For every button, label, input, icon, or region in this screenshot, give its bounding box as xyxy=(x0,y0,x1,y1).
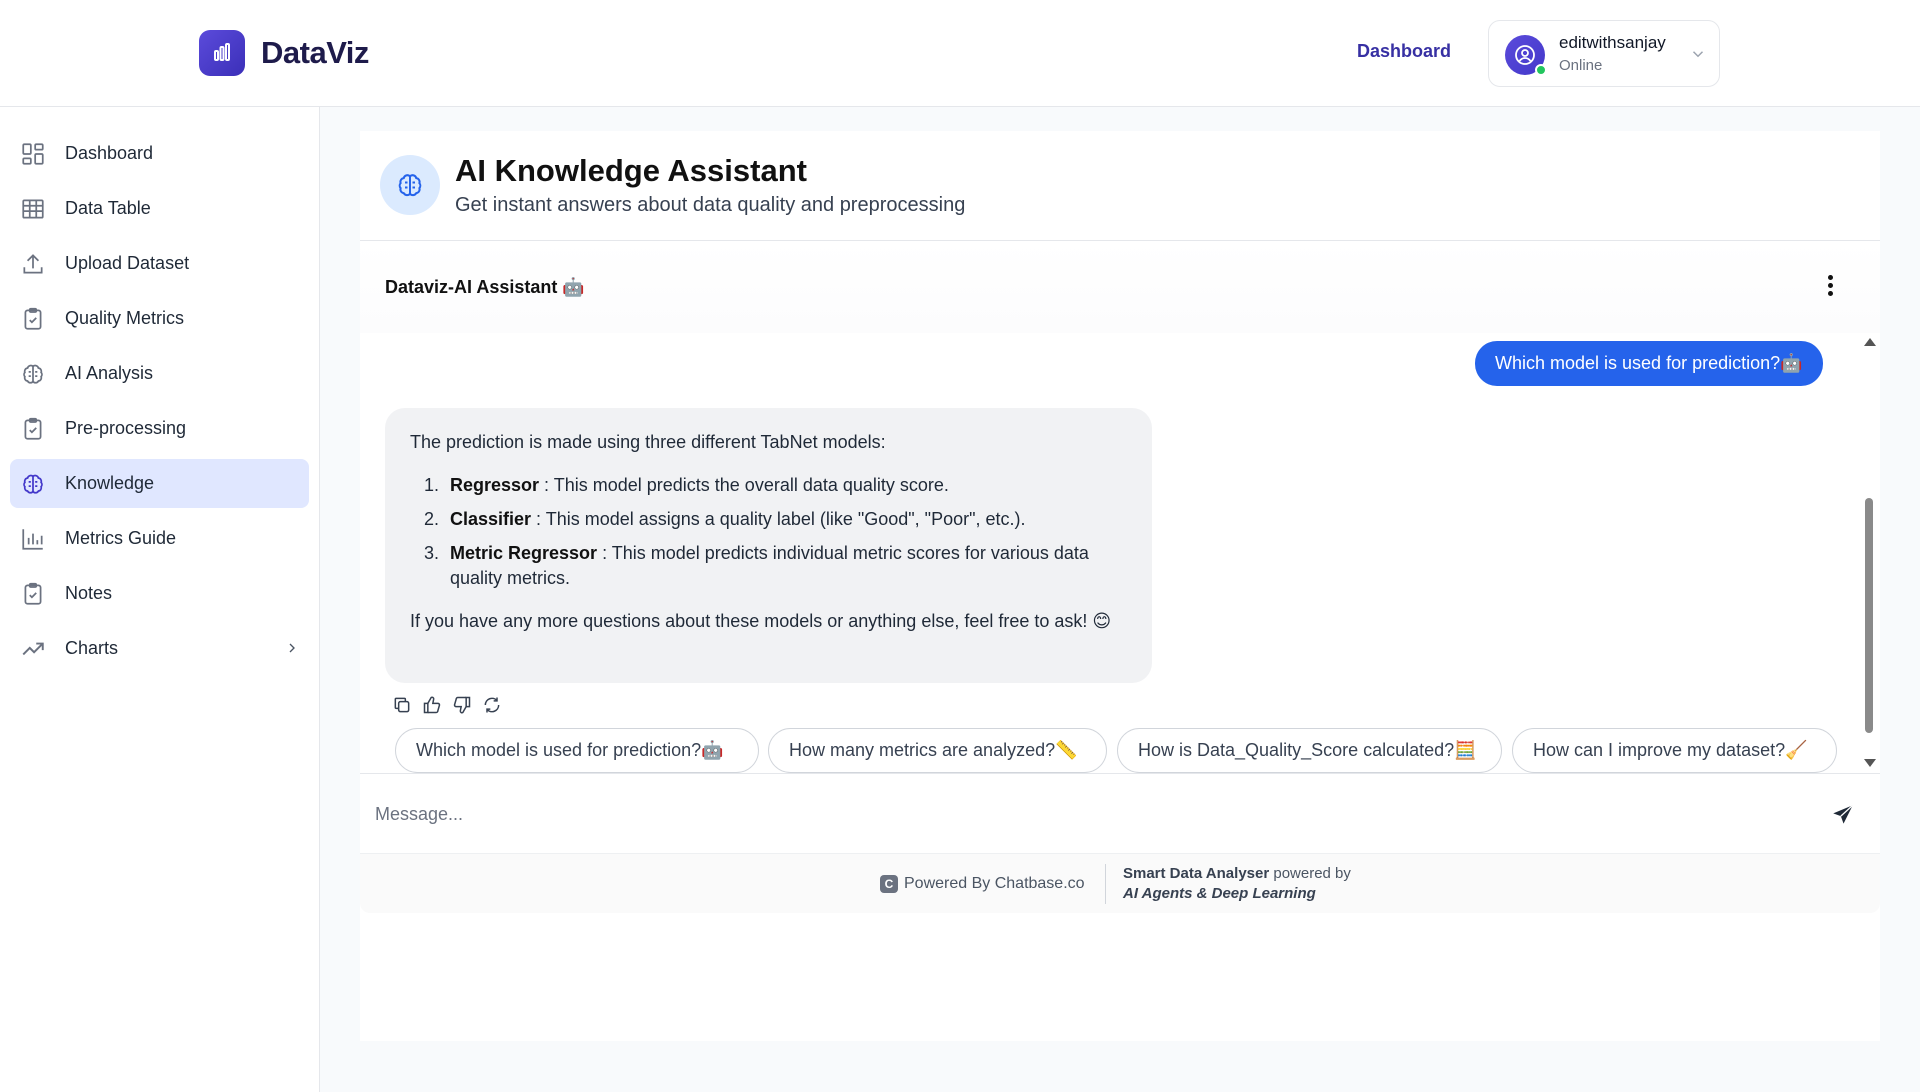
page-header: AI Knowledge Assistant Get instant answe… xyxy=(360,131,1880,241)
sidebar-item-dashboard[interactable]: Dashboard xyxy=(10,129,309,178)
user-name: editwithsanjay xyxy=(1559,33,1666,52)
clipboard-check-icon xyxy=(24,307,42,330)
thumbs-up-icon[interactable] xyxy=(422,695,442,715)
list-item-text: : This model assigns a quality label (li… xyxy=(531,509,1026,529)
message-input[interactable] xyxy=(360,774,1810,854)
online-status-dot xyxy=(1535,64,1547,76)
sidebar-item-label: AI Analysis xyxy=(65,363,154,383)
footer-divider xyxy=(1105,864,1106,904)
sidebar-item-label: Pre-processing xyxy=(65,418,187,438)
sidebar-item-label: Dashboard xyxy=(65,143,154,163)
page-subtitle: Get instant answers about data quality a… xyxy=(455,194,966,216)
clipboard-check-icon xyxy=(24,582,42,605)
sidebar-item-pre-processing[interactable]: Pre-processing xyxy=(10,404,309,453)
chevron-right-icon xyxy=(289,643,295,653)
sidebar-item-ai-analysis[interactable]: AI Analysis xyxy=(10,349,309,398)
page-title: AI Knowledge Assistant xyxy=(455,153,807,188)
brand-name: Smart Data Analyser xyxy=(1123,865,1270,882)
sidebar-item-notes[interactable]: Notes xyxy=(10,569,309,618)
brain-icon xyxy=(23,474,43,494)
model-list: Regressor : This model predicts the over… xyxy=(444,473,1127,591)
suggestion-chip[interactable]: How many metrics are analyzed?📏 xyxy=(768,728,1107,773)
list-item: Regressor : This model predicts the over… xyxy=(444,473,1127,498)
more-options-icon[interactable] xyxy=(1825,275,1835,299)
sidebar: Dashboard Data Table Upload Dataset Qual… xyxy=(0,107,320,1092)
suggestion-chip[interactable]: How can I improve my dataset?🧹 xyxy=(1512,728,1837,773)
sidebar-item-label: Upload Dataset xyxy=(65,253,190,273)
sidebar-item-upload-dataset[interactable]: Upload Dataset xyxy=(10,239,309,288)
list-item-term: Classifier xyxy=(450,509,532,529)
sidebar-item-label: Charts xyxy=(65,638,119,658)
sidebar-item-knowledge[interactable]: Knowledge xyxy=(10,459,309,508)
clipboard-check-icon xyxy=(24,417,42,440)
trending-up-icon xyxy=(22,642,44,656)
copy-icon[interactable] xyxy=(392,695,412,715)
table-icon xyxy=(22,199,44,219)
list-item-text: : This model predicts the overall data q… xyxy=(539,475,949,495)
user-status: Online xyxy=(1559,57,1603,74)
list-item: Classifier : This model assigns a qualit… xyxy=(444,507,1127,532)
sidebar-item-label: Metrics Guide xyxy=(65,528,177,548)
sidebar-item-data-table[interactable]: Data Table xyxy=(10,184,309,233)
header-dashboard-link[interactable]: Dashboard xyxy=(1357,41,1451,62)
brain-icon xyxy=(380,155,440,215)
list-item-term: Regressor xyxy=(450,475,540,495)
bar-chart-icon xyxy=(22,529,43,550)
message-actions xyxy=(392,695,502,715)
top-header: DataViz Dashboard editwithsanjay Online xyxy=(0,0,1920,107)
scroll-up-arrow-icon[interactable] xyxy=(1864,338,1876,346)
sidebar-item-label: Data Table xyxy=(65,198,151,218)
assistant-message: The prediction is made using three diffe… xyxy=(385,408,1152,683)
chat-messages: Which model is used for prediction?🤖 The… xyxy=(360,333,1880,773)
sidebar-item-charts[interactable]: Charts xyxy=(10,624,309,673)
sidebar-item-label: Notes xyxy=(65,583,113,603)
suggestion-chip[interactable]: Which model is used for prediction?🤖 xyxy=(395,728,759,773)
scroll-down-arrow-icon[interactable] xyxy=(1864,759,1876,767)
suggestion-chip[interactable]: How is Data_Quality_Score calculated?🧮 xyxy=(1117,728,1502,773)
send-icon[interactable] xyxy=(1830,802,1856,828)
chat-footer: C Powered By Chatbase.co Smart Data Anal… xyxy=(360,853,1880,913)
assistant-message-outro: If you have any more questions about the… xyxy=(410,611,1112,631)
brand-line: Smart Data Analyser powered by xyxy=(1123,865,1351,882)
user-message: Which model is used for prediction?🤖 xyxy=(1475,341,1823,386)
main-panel: AI Knowledge Assistant Get instant answe… xyxy=(360,131,1880,1041)
sidebar-item-quality-metrics[interactable]: Quality Metrics xyxy=(10,294,309,343)
chevron-down-icon xyxy=(1692,51,1704,58)
sidebar-item-label: Knowledge xyxy=(65,473,155,493)
list-item-term: Metric Regressor xyxy=(450,543,598,563)
assistant-message-intro: The prediction is made using three diffe… xyxy=(410,432,886,452)
sidebar-item-metrics-guide[interactable]: Metrics Guide xyxy=(10,514,309,563)
grid-icon xyxy=(22,143,44,165)
brand-powered-by: powered by xyxy=(1269,865,1351,882)
upload-icon xyxy=(23,254,43,274)
app-name: DataViz xyxy=(261,35,369,70)
bar-chart-logo-icon xyxy=(199,30,245,76)
powered-by-link[interactable]: C Powered By Chatbase.co xyxy=(880,875,1085,893)
chat-title: Dataviz-AI Assistant 🤖 xyxy=(385,277,585,297)
scroll-thumb[interactable] xyxy=(1865,498,1873,733)
app-logo[interactable]: DataViz xyxy=(199,30,369,76)
chat-scrollbar[interactable] xyxy=(1862,333,1876,773)
chatbase-logo-icon: C xyxy=(880,875,898,893)
sidebar-item-label: Quality Metrics xyxy=(65,308,185,328)
message-composer xyxy=(360,773,1880,854)
powered-by-text: Powered By Chatbase.co xyxy=(904,875,1085,892)
list-item: Metric Regressor : This model predicts i… xyxy=(444,541,1127,591)
user-menu[interactable]: editwithsanjay Online xyxy=(1488,20,1720,87)
chat-header: Dataviz-AI Assistant 🤖 xyxy=(360,241,1880,333)
thumbs-down-icon[interactable] xyxy=(452,695,472,715)
brand-tagline: AI Agents & Deep Learning xyxy=(1123,885,1316,902)
refresh-icon[interactable] xyxy=(482,695,502,715)
brain-icon xyxy=(23,364,43,384)
